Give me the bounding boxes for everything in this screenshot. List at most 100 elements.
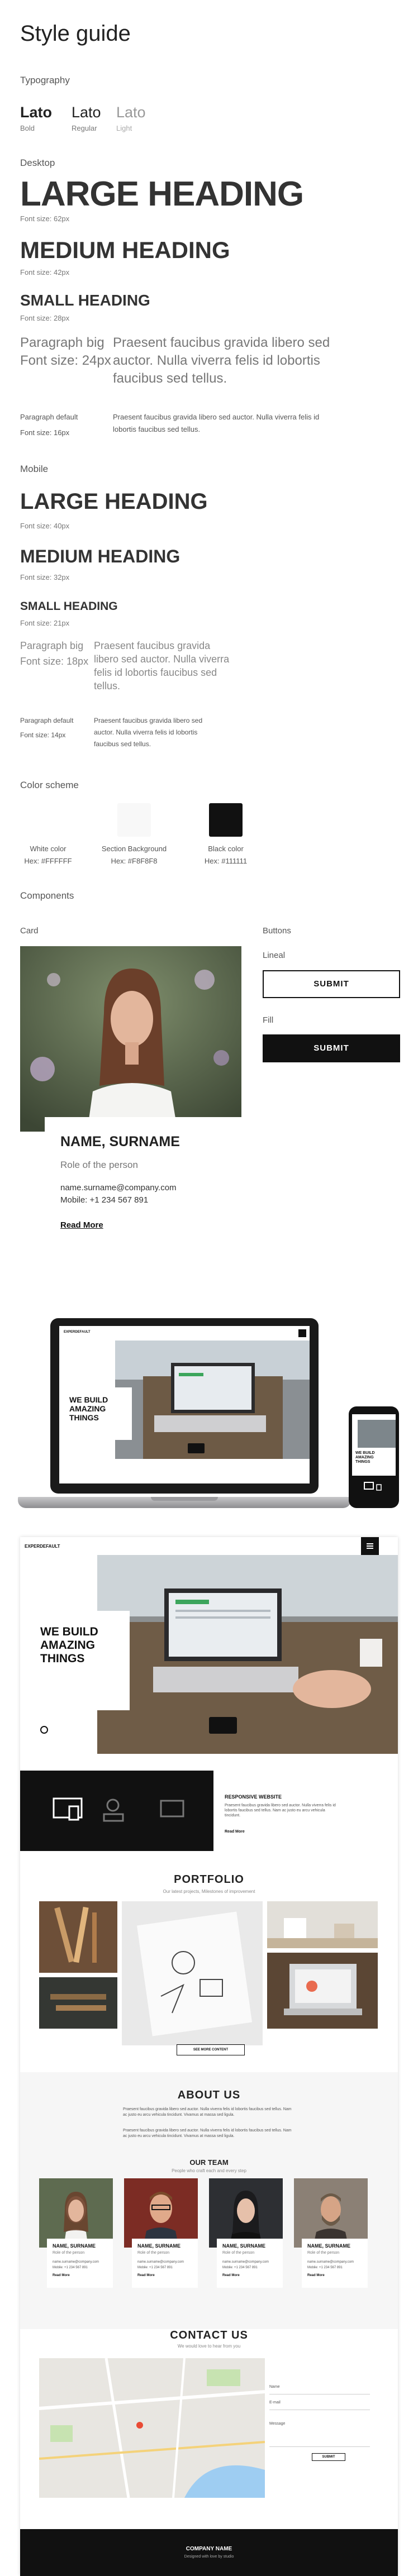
card-name: NAME, SURNAME bbox=[60, 1134, 180, 1149]
mobile-small-heading: SMALL HEADING bbox=[20, 600, 118, 613]
team-photo-2 bbox=[124, 2178, 198, 2248]
form-name-label: Name bbox=[269, 2385, 280, 2389]
desktop-large-heading: LARGE HEADING bbox=[20, 175, 304, 213]
desktop-small-heading: SMALL HEADING bbox=[20, 292, 150, 309]
desktop-pbig-text: Praesent faucibus gravida libero sed auc… bbox=[113, 335, 330, 386]
mobile-pdef-text: Praesent faucibus gravida libero sed auc… bbox=[94, 717, 203, 748]
mobile-pbig-size: Font size: 18px bbox=[20, 656, 89, 667]
desktop-pdef-size: Font size: 16px bbox=[20, 428, 70, 437]
team-read-more-2[interactable]: Read More bbox=[137, 2273, 155, 2278]
team-role-4: Role of the person bbox=[307, 2251, 340, 2255]
desktop-pdef-label: Paragraph default bbox=[20, 413, 78, 421]
portfolio-item-4[interactable] bbox=[39, 1977, 117, 2029]
footer-subtitle: Designed with love by studio bbox=[184, 2555, 234, 2559]
desktop-medium-size: Font size: 42px bbox=[20, 268, 70, 276]
team-role-1: Role of the person bbox=[53, 2251, 85, 2255]
page-title: Style guide bbox=[20, 21, 131, 46]
portfolio-item-3[interactable] bbox=[267, 1901, 378, 1948]
card-heading: Card bbox=[20, 926, 39, 936]
contact-subtitle: We would love to hear from you bbox=[177, 2344, 241, 2349]
team-role-2: Role of the person bbox=[137, 2251, 170, 2255]
portfolio-subtitle: Our latest projects, Milestones of impro… bbox=[163, 1889, 255, 1894]
swatch-section-hex: Hex: #F8F8F8 bbox=[111, 857, 158, 865]
team-read-more-3[interactable]: Read More bbox=[222, 2273, 240, 2278]
team-read-more-1[interactable]: Read More bbox=[53, 2273, 70, 2278]
font-light-label: Light bbox=[116, 124, 132, 132]
team-read-more-4[interactable]: Read More bbox=[307, 2273, 325, 2278]
team-title: OUR TEAM bbox=[189, 2158, 229, 2167]
font-bold-label: Bold bbox=[20, 124, 35, 132]
mobile-pdef-size: Font size: 14px bbox=[20, 731, 66, 739]
team-photo-1 bbox=[39, 2178, 113, 2248]
team-role-3: Role of the person bbox=[222, 2251, 255, 2255]
form-email-label: E-mail bbox=[269, 2401, 281, 2405]
scroll-down-icon[interactable] bbox=[40, 1726, 48, 1734]
mockup-logo[interactable]: EXPERDEFAULT bbox=[25, 1544, 60, 1549]
contact-map[interactable] bbox=[39, 2358, 265, 2498]
desktop-pbig-label: Paragraph big bbox=[20, 335, 104, 350]
contact-title: CONTACT US bbox=[170, 2329, 248, 2341]
team-name-4: NAME, SURNAME bbox=[307, 2243, 351, 2249]
responsive-text: Praesent faucibus gravida libero sed auc… bbox=[225, 1804, 336, 1817]
responsive-title: RESPONSIVE WEBSITE bbox=[225, 1794, 282, 1800]
mobile-small-size: Font size: 21px bbox=[20, 619, 70, 627]
font-regular-label: Regular bbox=[72, 124, 97, 132]
mobile-large-heading: LARGE HEADING bbox=[20, 489, 208, 514]
team-mobile-2: Mobile: +1 234 567 891 bbox=[137, 2266, 173, 2269]
swatch-white bbox=[31, 803, 65, 837]
fill-label: Fill bbox=[263, 1015, 274, 1025]
portfolio-item-1[interactable] bbox=[39, 1901, 117, 1973]
team-photo-4 bbox=[294, 2178, 368, 2248]
footer-company: COMPANY NAME bbox=[186, 2546, 232, 2552]
card-role: Role of the person bbox=[60, 1160, 138, 1170]
see-more-button[interactable]: SEE MORE CONTENT bbox=[177, 2044, 245, 2055]
desktop-large-size: Font size: 62px bbox=[20, 214, 70, 223]
responsive-read-more[interactable]: Read More bbox=[225, 1830, 245, 1834]
about-text-2: Praesent faucibus gravida libero sed auc… bbox=[123, 2129, 292, 2138]
card-read-more-link[interactable]: Read More bbox=[60, 1220, 103, 1230]
submit-button-lineal[interactable]: SUBMIT bbox=[263, 970, 400, 998]
features-band bbox=[20, 1771, 213, 1851]
mobile-pdef-label: Paragraph default bbox=[20, 717, 74, 724]
portfolio-item-2[interactable] bbox=[122, 1901, 263, 2045]
team-email-4: name.surname@company.com bbox=[307, 2260, 354, 2264]
swatch-section-bg bbox=[117, 803, 151, 837]
team-name-1: NAME, SURNAME bbox=[53, 2243, 96, 2249]
typography-heading: Typography bbox=[20, 75, 70, 85]
form-message-input[interactable] bbox=[269, 2446, 370, 2447]
buttons-heading: Buttons bbox=[263, 926, 291, 936]
team-name-2: NAME, SURNAME bbox=[137, 2243, 181, 2249]
mobile-heading: Mobile bbox=[20, 464, 49, 474]
about-title: ABOUT US bbox=[177, 2089, 241, 2101]
card-email: name.surname@company.com bbox=[60, 1183, 177, 1192]
components-heading: Components bbox=[20, 890, 74, 901]
card-mobile: Mobile: +1 234 567 891 bbox=[60, 1195, 149, 1205]
desktop-heading: Desktop bbox=[20, 158, 55, 168]
about-text: Praesent faucibus gravida libero sed auc… bbox=[123, 2107, 292, 2117]
form-submit-button[interactable]: SUBMIT bbox=[312, 2453, 345, 2461]
laptop-notch bbox=[151, 1497, 218, 1501]
lineal-label: Lineal bbox=[263, 951, 286, 960]
team-email-1: name.surname@company.com bbox=[53, 2260, 99, 2264]
team-subtitle: People who craft each and every step bbox=[172, 2168, 246, 2173]
hero-image bbox=[97, 1555, 398, 1754]
team-email-2: name.surname@company.com bbox=[137, 2260, 184, 2264]
phone-hero-text: WE BUILD AMAZING THINGS bbox=[355, 1451, 375, 1464]
card-photo bbox=[20, 946, 241, 1132]
mobile-large-size: Font size: 40px bbox=[20, 522, 70, 530]
mobile-pbig-text: Praesent faucibus gravida libero sed auc… bbox=[94, 640, 230, 691]
submit-button-fill[interactable]: SUBMIT bbox=[263, 1034, 400, 1062]
swatch-black-hex: Hex: #111111 bbox=[204, 857, 248, 865]
menu-icon[interactable] bbox=[361, 1537, 379, 1555]
team-photo-3 bbox=[209, 2178, 283, 2248]
team-mobile-3: Mobile: +1 234 567 891 bbox=[222, 2266, 258, 2269]
font-bold-name: Lato bbox=[20, 104, 52, 121]
swatch-black-name: Black color bbox=[208, 845, 244, 853]
swatch-white-hex: Hex: #FFFFFF bbox=[24, 857, 72, 865]
hero-title: WE BUILD AMAZING THINGS bbox=[40, 1625, 98, 1665]
portfolio-title: PORTFOLIO bbox=[174, 1873, 244, 1886]
desktop-pbig-size: Font size: 24px bbox=[20, 353, 111, 368]
swatch-section-name: Section Background bbox=[101, 845, 167, 853]
portfolio-item-5[interactable] bbox=[267, 1953, 378, 2029]
desktop-medium-heading: MEDIUM HEADING bbox=[20, 237, 230, 263]
